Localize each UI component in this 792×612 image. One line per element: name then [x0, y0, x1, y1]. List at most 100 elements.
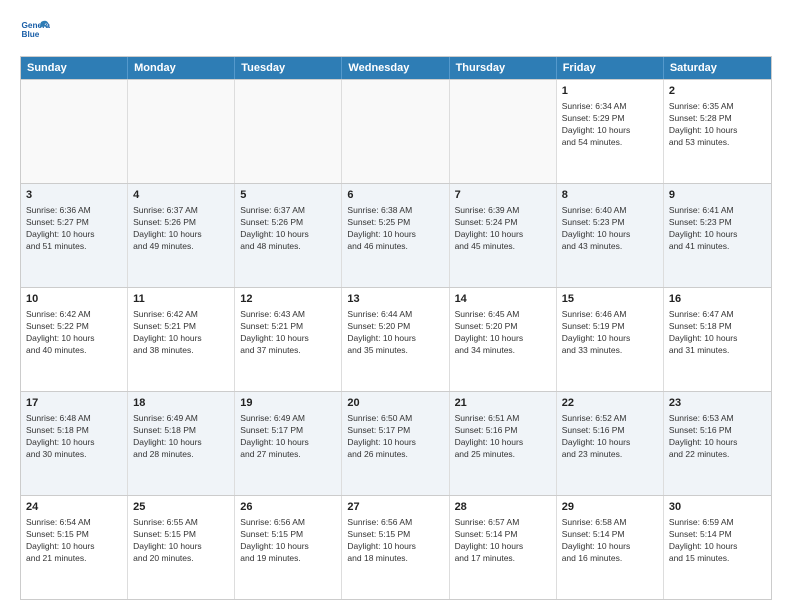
cell-info: Sunrise: 6:55 AM Sunset: 5:15 PM Dayligh… — [133, 517, 229, 565]
cell-info: Sunrise: 6:42 AM Sunset: 5:21 PM Dayligh… — [133, 309, 229, 357]
calendar-body: 1Sunrise: 6:34 AM Sunset: 5:29 PM Daylig… — [21, 79, 771, 599]
cell-info: Sunrise: 6:51 AM Sunset: 5:16 PM Dayligh… — [455, 413, 551, 461]
calendar-cell-day-30: 30 Sunrise: 6:59 AM Sunset: 5:14 PM Dayli… — [664, 496, 771, 599]
cell-info: Sunrise: 6:50 AM Sunset: 5:17 PM Dayligh… — [347, 413, 443, 461]
day-number: 26 — [240, 500, 336, 515]
day-number: 12 — [240, 292, 336, 307]
cell-info: Sunrise: 6:49 AM Sunset: 5:17 PM Dayligh… — [240, 413, 336, 461]
calendar-cell-day-4: 4 Sunrise: 6:37 AM Sunset: 5:26 PM Daylig… — [128, 184, 235, 287]
cell-info: Sunrise: 6:37 AM Sunset: 5:26 PM Dayligh… — [133, 205, 229, 253]
cell-info: Sunrise: 6:56 AM Sunset: 5:15 PM Dayligh… — [240, 517, 336, 565]
calendar-cell-day-5: 5 Sunrise: 6:37 AM Sunset: 5:26 PM Daylig… — [235, 184, 342, 287]
calendar-header-thursday: Thursday — [450, 57, 557, 79]
calendar-cell-day-21: 21 Sunrise: 6:51 AM Sunset: 5:16 PM Dayli… — [450, 392, 557, 495]
calendar-cell-day-25: 25 Sunrise: 6:55 AM Sunset: 5:15 PM Dayli… — [128, 496, 235, 599]
cell-info: Sunrise: 6:43 AM Sunset: 5:21 PM Dayligh… — [240, 309, 336, 357]
calendar-cell-day-28: 28 Sunrise: 6:57 AM Sunset: 5:14 PM Dayli… — [450, 496, 557, 599]
cell-info: Sunrise: 6:38 AM Sunset: 5:25 PM Dayligh… — [347, 205, 443, 253]
calendar-cell-day-27: 27 Sunrise: 6:56 AM Sunset: 5:15 PM Dayli… — [342, 496, 449, 599]
day-number: 8 — [562, 188, 658, 203]
calendar-cell-day-15: 15Sunrise: 6:46 AM Sunset: 5:19 PM Dayli… — [557, 288, 664, 391]
calendar-header-row: SundayMondayTuesdayWednesdayThursdayFrid… — [21, 57, 771, 79]
day-number: 13 — [347, 292, 443, 307]
logo-icon: General Blue — [20, 16, 50, 46]
day-number: 9 — [669, 188, 766, 203]
logo-area: General Blue — [20, 16, 50, 46]
calendar-cell-empty — [450, 80, 557, 183]
cell-info: Sunrise: 6:59 AM Sunset: 5:14 PM Dayligh… — [669, 517, 766, 565]
cell-info: Sunrise: 6:48 AM Sunset: 5:18 PM Dayligh… — [26, 413, 122, 461]
calendar-week-2: 3 Sunrise: 6:36 AM Sunset: 5:27 PM Daylig… — [21, 183, 771, 287]
day-number: 16 — [669, 292, 766, 307]
day-number: 28 — [455, 500, 551, 515]
calendar-header-wednesday: Wednesday — [342, 57, 449, 79]
cell-info: Sunrise: 6:54 AM Sunset: 5:15 PM Dayligh… — [26, 517, 122, 565]
day-number: 14 — [455, 292, 551, 307]
calendar-cell-empty — [21, 80, 128, 183]
cell-info: Sunrise: 6:34 AM Sunset: 5:29 PM Dayligh… — [562, 101, 658, 149]
calendar-cell-day-29: 29Sunrise: 6:58 AM Sunset: 5:14 PM Dayli… — [557, 496, 664, 599]
svg-text:Blue: Blue — [22, 30, 40, 39]
calendar-week-4: 17 Sunrise: 6:48 AM Sunset: 5:18 PM Dayli… — [21, 391, 771, 495]
calendar-cell-day-7: 7 Sunrise: 6:39 AM Sunset: 5:24 PM Daylig… — [450, 184, 557, 287]
cell-info: Sunrise: 6:49 AM Sunset: 5:18 PM Dayligh… — [133, 413, 229, 461]
day-number: 27 — [347, 500, 443, 515]
calendar-cell-day-13: 13 Sunrise: 6:44 AM Sunset: 5:20 PM Dayli… — [342, 288, 449, 391]
cell-info: Sunrise: 6:42 AM Sunset: 5:22 PM Dayligh… — [26, 309, 122, 357]
calendar-cell-day-18: 18 Sunrise: 6:49 AM Sunset: 5:18 PM Dayli… — [128, 392, 235, 495]
calendar-cell-day-22: 22Sunrise: 6:52 AM Sunset: 5:16 PM Dayli… — [557, 392, 664, 495]
calendar-cell-day-14: 14Sunrise: 6:45 AM Sunset: 5:20 PM Dayli… — [450, 288, 557, 391]
calendar-cell-day-20: 20Sunrise: 6:50 AM Sunset: 5:17 PM Dayli… — [342, 392, 449, 495]
calendar-cell-empty — [128, 80, 235, 183]
day-number: 2 — [669, 84, 766, 99]
day-number: 23 — [669, 396, 766, 411]
calendar-cell-day-11: 11Sunrise: 6:42 AM Sunset: 5:21 PM Dayli… — [128, 288, 235, 391]
calendar-cell-day-1: 1Sunrise: 6:34 AM Sunset: 5:29 PM Daylig… — [557, 80, 664, 183]
day-number: 18 — [133, 396, 229, 411]
day-number: 25 — [133, 500, 229, 515]
cell-info: Sunrise: 6:46 AM Sunset: 5:19 PM Dayligh… — [562, 309, 658, 357]
cell-info: Sunrise: 6:44 AM Sunset: 5:20 PM Dayligh… — [347, 309, 443, 357]
calendar-week-3: 10 Sunrise: 6:42 AM Sunset: 5:22 PM Dayli… — [21, 287, 771, 391]
page: General Blue SundayMondayTuesdayWednesda… — [0, 0, 792, 612]
calendar-cell-day-8: 8 Sunrise: 6:40 AM Sunset: 5:23 PM Daylig… — [557, 184, 664, 287]
calendar-cell-day-24: 24Sunrise: 6:54 AM Sunset: 5:15 PM Dayli… — [21, 496, 128, 599]
day-number: 4 — [133, 188, 229, 203]
calendar-cell-day-23: 23 Sunrise: 6:53 AM Sunset: 5:16 PM Dayli… — [664, 392, 771, 495]
cell-info: Sunrise: 6:41 AM Sunset: 5:23 PM Dayligh… — [669, 205, 766, 253]
calendar-cell-day-16: 16Sunrise: 6:47 AM Sunset: 5:18 PM Dayli… — [664, 288, 771, 391]
calendar-cell-day-26: 26 Sunrise: 6:56 AM Sunset: 5:15 PM Dayli… — [235, 496, 342, 599]
cell-info: Sunrise: 6:36 AM Sunset: 5:27 PM Dayligh… — [26, 205, 122, 253]
calendar-week-1: 1Sunrise: 6:34 AM Sunset: 5:29 PM Daylig… — [21, 79, 771, 183]
calendar-header-monday: Monday — [128, 57, 235, 79]
cell-info: Sunrise: 6:57 AM Sunset: 5:14 PM Dayligh… — [455, 517, 551, 565]
calendar-cell-day-17: 17 Sunrise: 6:48 AM Sunset: 5:18 PM Dayli… — [21, 392, 128, 495]
calendar-cell-empty — [342, 80, 449, 183]
day-number: 21 — [455, 396, 551, 411]
calendar-header-saturday: Saturday — [664, 57, 771, 79]
day-number: 3 — [26, 188, 122, 203]
cell-info: Sunrise: 6:56 AM Sunset: 5:15 PM Dayligh… — [347, 517, 443, 565]
day-number: 30 — [669, 500, 766, 515]
cell-info: Sunrise: 6:40 AM Sunset: 5:23 PM Dayligh… — [562, 205, 658, 253]
cell-info: Sunrise: 6:52 AM Sunset: 5:16 PM Dayligh… — [562, 413, 658, 461]
calendar-header-friday: Friday — [557, 57, 664, 79]
header: General Blue — [20, 16, 772, 46]
calendar-week-5: 24Sunrise: 6:54 AM Sunset: 5:15 PM Dayli… — [21, 495, 771, 599]
day-number: 17 — [26, 396, 122, 411]
day-number: 6 — [347, 188, 443, 203]
calendar-cell-day-12: 12 Sunrise: 6:43 AM Sunset: 5:21 PM Dayli… — [235, 288, 342, 391]
day-number: 7 — [455, 188, 551, 203]
day-number: 10 — [26, 292, 122, 307]
day-number: 29 — [562, 500, 658, 515]
cell-info: Sunrise: 6:37 AM Sunset: 5:26 PM Dayligh… — [240, 205, 336, 253]
calendar-cell-day-9: 9 Sunrise: 6:41 AM Sunset: 5:23 PM Daylig… — [664, 184, 771, 287]
calendar-cell-day-2: 2 Sunrise: 6:35 AM Sunset: 5:28 PM Daylig… — [664, 80, 771, 183]
cell-info: Sunrise: 6:35 AM Sunset: 5:28 PM Dayligh… — [669, 101, 766, 149]
calendar-cell-day-6: 6 Sunrise: 6:38 AM Sunset: 5:25 PM Daylig… — [342, 184, 449, 287]
calendar-cell-day-10: 10 Sunrise: 6:42 AM Sunset: 5:22 PM Dayli… — [21, 288, 128, 391]
cell-info: Sunrise: 6:53 AM Sunset: 5:16 PM Dayligh… — [669, 413, 766, 461]
calendar-cell-day-3: 3 Sunrise: 6:36 AM Sunset: 5:27 PM Daylig… — [21, 184, 128, 287]
day-number: 5 — [240, 188, 336, 203]
cell-info: Sunrise: 6:39 AM Sunset: 5:24 PM Dayligh… — [455, 205, 551, 253]
